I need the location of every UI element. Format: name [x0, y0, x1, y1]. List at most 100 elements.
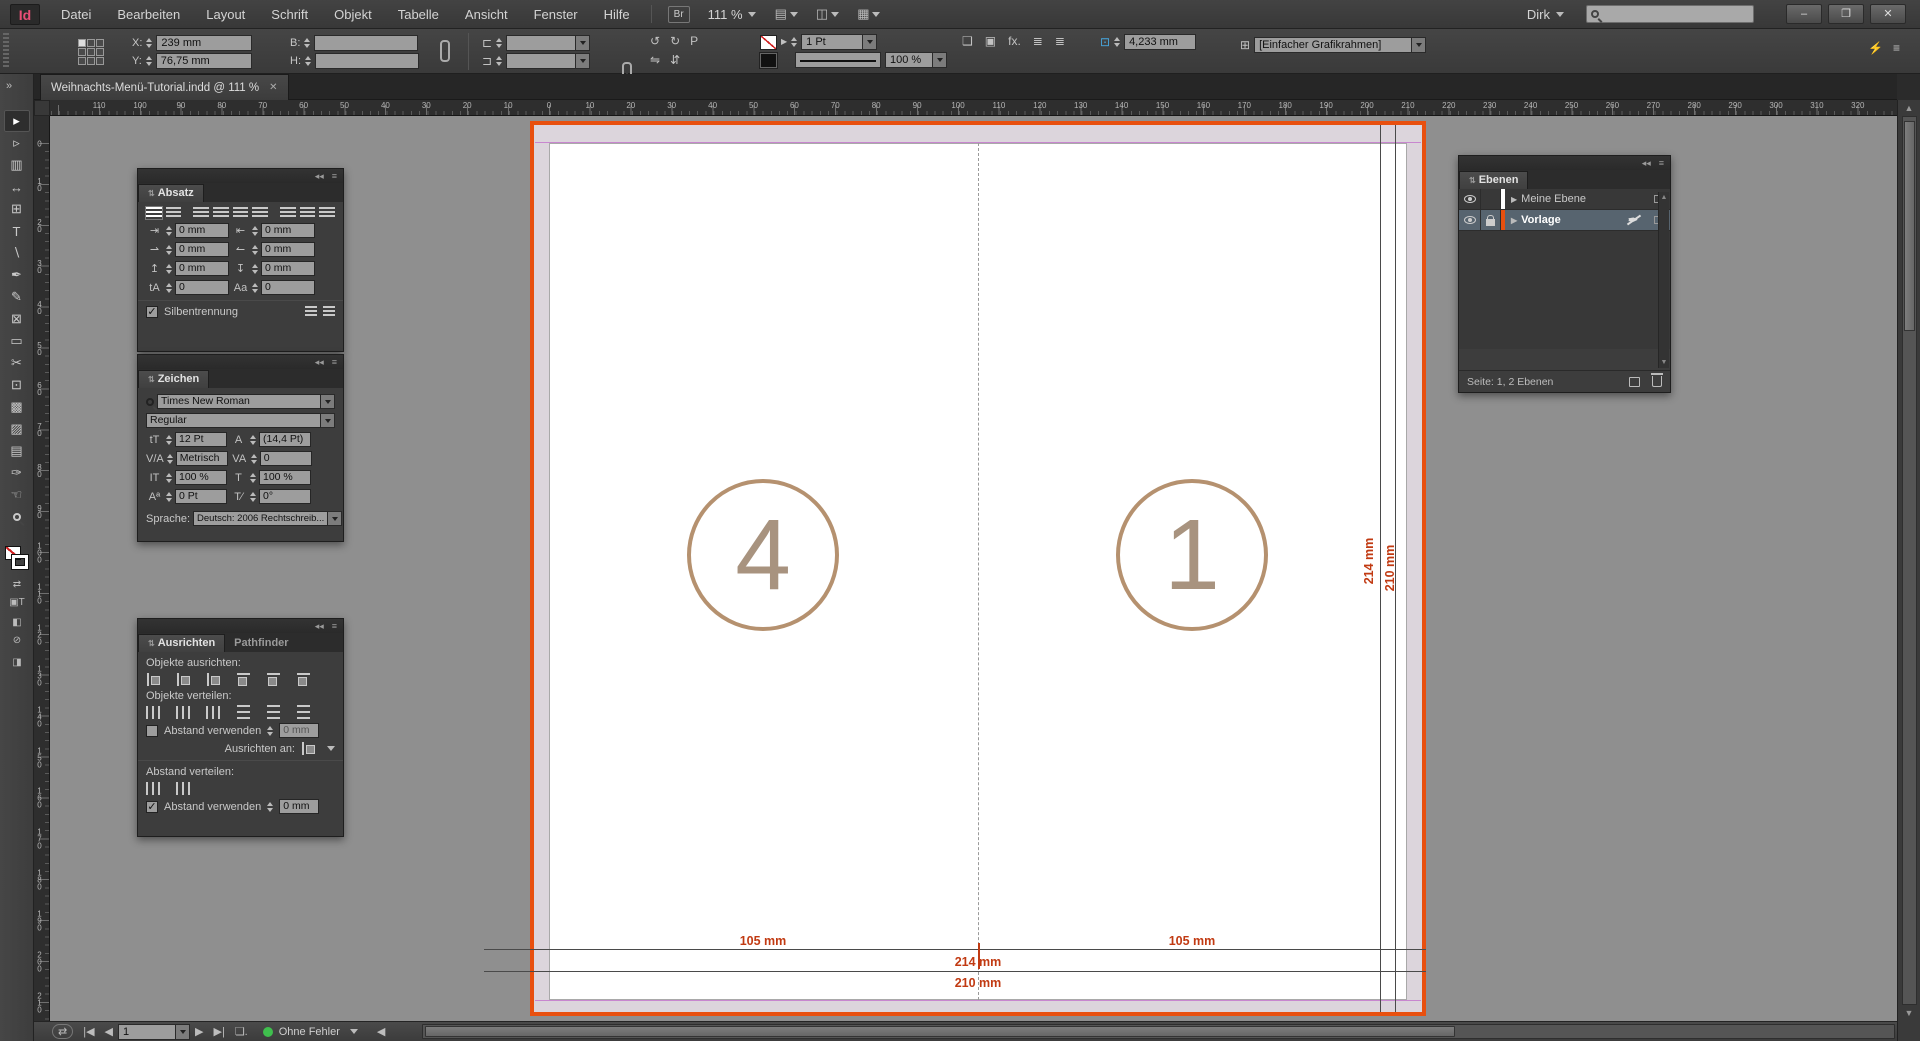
horizontal-scale-stepper[interactable] — [250, 473, 256, 483]
baseline-shift-field[interactable]: 0 Pt — [175, 489, 227, 504]
menu-layout[interactable]: Layout — [193, 0, 258, 29]
scroll-up-arrow[interactable]: ▲ — [1905, 100, 1914, 116]
chevron-down-icon[interactable] — [327, 746, 335, 751]
align-to-grid-off-icon[interactable] — [305, 306, 317, 318]
dist-v-centers-icon[interactable] — [176, 706, 191, 719]
quick-apply-icon[interactable]: ⚡ — [1868, 41, 1883, 55]
use-spacing-field[interactable]: 0 mm — [279, 723, 319, 738]
zoom-tool[interactable] — [4, 506, 30, 528]
first-line-indent-stepper[interactable] — [166, 245, 172, 255]
stroke-weight-stepper[interactable] — [791, 37, 797, 47]
align-bottom-edges-icon[interactable] — [297, 672, 310, 687]
width-field[interactable] — [314, 35, 418, 51]
swatch-flyout-icon[interactable]: ▶ — [781, 35, 787, 49]
dimension-guide-214[interactable] — [484, 949, 1426, 950]
kerning-stepper[interactable] — [167, 454, 173, 464]
object-style-dropdown[interactable] — [1412, 37, 1426, 53]
control-panel-menu-icon[interactable]: ≡ — [1893, 41, 1900, 55]
collapse-icon[interactable]: ◂◂ — [315, 621, 324, 632]
reference-point-proxy[interactable] — [78, 39, 104, 65]
text-wrap-icon-0[interactable]: ≣ — [1033, 34, 1043, 48]
new-layer-icon[interactable] — [1629, 377, 1640, 387]
panel-menu-icon[interactable]: ≡ — [332, 621, 337, 631]
scroll-left-arrow[interactable]: ◀ — [377, 1025, 385, 1038]
tab-ebenen[interactable]: ⇅ Ebenen — [1459, 171, 1528, 189]
collapse-icon[interactable]: ◂◂ — [1642, 158, 1651, 169]
align-top-edges-icon[interactable] — [237, 672, 250, 687]
horizontal-scale-field[interactable]: 100 % — [259, 470, 311, 485]
drop-cap-lines-field[interactable]: 0 — [175, 280, 229, 295]
effects-icon-2[interactable]: fx. — [1008, 34, 1021, 48]
search-input[interactable] — [1586, 5, 1754, 23]
hand-tool[interactable]: ☜ — [4, 484, 30, 506]
rotate-ccw-icon[interactable]: ↺ — [650, 34, 660, 48]
version-sync-icon[interactable]: ⇄ — [52, 1024, 73, 1039]
apply-none-icon[interactable]: ⊘ — [6, 634, 28, 648]
panel-grip[interactable] — [3, 33, 9, 69]
align-h-centers-icon[interactable] — [176, 673, 191, 686]
formatting-affects-container-icon[interactable]: ▣T — [6, 596, 28, 610]
layer-row-meine-ebene[interactable]: ▶Meine Ebene — [1459, 189, 1670, 210]
opacity-dropdown[interactable] — [933, 52, 947, 68]
stroke-weight-field[interactable]: 1 Pt — [801, 34, 863, 50]
justify-last-right-icon[interactable] — [252, 207, 268, 219]
menu-ansicht[interactable]: Ansicht — [452, 0, 521, 29]
panel-menu-icon[interactable]: ≡ — [1659, 158, 1664, 168]
tracking-stepper[interactable] — [251, 454, 257, 464]
next-page-button[interactable]: ▶ — [195, 1025, 203, 1038]
dimension-guide-214-vert[interactable] — [1380, 125, 1381, 1012]
apply-color-icon[interactable]: ◧ — [6, 616, 28, 630]
first-page-button[interactable]: |◀ — [83, 1025, 94, 1038]
stroke-swatch[interactable] — [12, 555, 28, 569]
right-indent-stepper[interactable] — [252, 226, 258, 236]
layers-scrollbar[interactable]: ▲▼ — [1658, 192, 1669, 368]
scissors-tool[interactable]: ✂ — [4, 352, 30, 374]
align-to-grid-on-icon[interactable] — [323, 306, 335, 318]
page-tool[interactable]: ▥ — [4, 154, 30, 176]
menu-tabelle[interactable]: Tabelle — [385, 0, 452, 29]
tab-close-icon[interactable]: ✕ — [269, 82, 277, 93]
use-spacing-checkbox[interactable] — [146, 725, 158, 737]
corner-radius-stepper[interactable] — [1114, 37, 1120, 47]
expand-triangle-icon[interactable]: ▶ — [1511, 195, 1517, 204]
dimension-guide-210[interactable] — [484, 971, 1426, 972]
eyedropper-tool[interactable]: ✑ — [4, 462, 30, 484]
panel-menu-icon[interactable]: ≡ — [332, 357, 337, 367]
previous-page-button[interactable]: ◀ — [105, 1025, 113, 1038]
bottom-margin-guide[interactable] — [535, 1000, 1421, 1001]
align-away-spine-icon[interactable] — [319, 207, 335, 219]
last-line-indent-field[interactable]: 0 mm — [261, 242, 315, 257]
height-field[interactable] — [315, 53, 419, 69]
arrange-documents-dropdown[interactable]: ▦ — [857, 6, 880, 22]
language-dropdown[interactable] — [328, 511, 342, 526]
dist-right-edges-icon[interactable] — [297, 705, 310, 720]
right-indent-field[interactable]: 0 mm — [261, 223, 315, 238]
y-field[interactable]: 76,75 mm — [156, 53, 252, 69]
x-field[interactable]: 239 mm — [156, 35, 252, 51]
corner-radius-field[interactable]: 4,233 mm — [1124, 34, 1196, 50]
drop-cap-lines-stepper[interactable] — [166, 283, 172, 293]
left-indent-field[interactable]: 0 mm — [175, 223, 229, 238]
space-after-field[interactable]: 0 mm — [261, 261, 315, 276]
scale-x-dropdown[interactable] — [576, 35, 590, 51]
dist-top-edges-icon[interactable] — [146, 706, 161, 719]
collapse-icon[interactable]: ◂◂ — [315, 171, 324, 182]
last-line-indent-stepper[interactable] — [252, 245, 258, 255]
dist-h-centers-icon[interactable] — [267, 705, 280, 720]
free-transform-tool[interactable]: ⊡ — [4, 374, 30, 396]
selection-tool[interactable]: ▸ — [4, 110, 30, 132]
bridge-button[interactable]: Br — [668, 6, 690, 23]
swap-fill-stroke-icon[interactable]: ⇄ — [6, 578, 28, 592]
page-number-circle-left[interactable]: 4 — [687, 479, 839, 631]
font-size-field[interactable]: 12 Pt — [175, 432, 227, 447]
flip-horizontal-icon[interactable]: ⇋ — [650, 53, 660, 67]
last-page-button[interactable]: ▶| — [213, 1025, 224, 1038]
flip-vertical-icon[interactable]: ⇵ — [670, 53, 680, 67]
vertical-scale-stepper[interactable] — [166, 473, 172, 483]
workspace-switcher[interactable]: Dirk — [1527, 7, 1564, 22]
y-stepper[interactable] — [146, 56, 152, 66]
page-number-circle-right[interactable]: 1 — [1116, 479, 1268, 631]
line-tool[interactable]: ∖ — [4, 242, 30, 264]
menu-schrift[interactable]: Schrift — [258, 0, 321, 29]
vertical-scrollbar-thumb[interactable] — [1904, 121, 1915, 331]
